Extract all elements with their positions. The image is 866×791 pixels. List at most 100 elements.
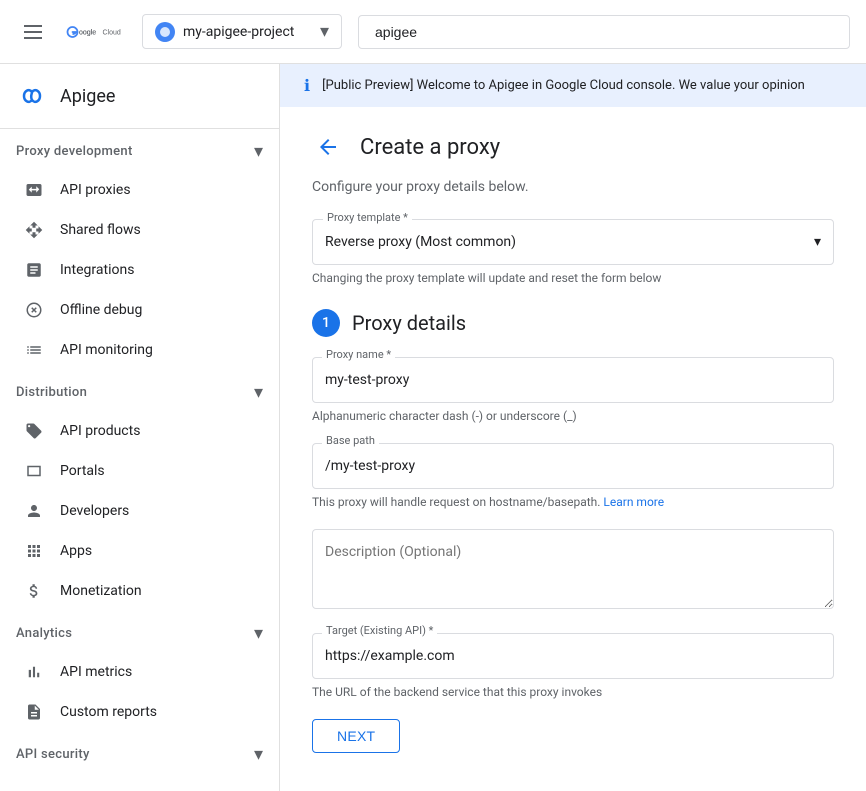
page-header: Create a proxy [312, 131, 834, 163]
page-title: Create a proxy [360, 135, 500, 160]
monetization-icon [24, 581, 44, 601]
integrations-icon [24, 260, 44, 280]
analytics-label: Analytics [16, 626, 72, 641]
proxy-name-field: Proxy name * Alphanumeric character dash… [312, 357, 834, 423]
sidebar-item-api-proxies-label: API proxies [60, 182, 131, 198]
page-content: Create a proxy Configure your proxy deta… [280, 107, 866, 791]
menu-button[interactable] [16, 17, 50, 47]
proxy-details-section: 1 Proxy details Proxy name * Alphanumeri… [312, 309, 834, 753]
project-name: my-apigee-project [183, 24, 312, 40]
apigee-logo-icon [16, 80, 48, 112]
learn-more-link[interactable]: Learn more [603, 495, 664, 509]
project-icon [155, 22, 175, 42]
analytics-chevron-icon: ▾ [254, 623, 263, 644]
distribution-chevron-icon: ▾ [254, 382, 263, 403]
api-security-chevron-icon: ▾ [254, 744, 263, 765]
sidebar-item-integrations-label: Integrations [60, 262, 134, 278]
next-button[interactable]: NEXT [312, 719, 400, 753]
proxy-template-label: Proxy template * [323, 211, 412, 224]
sidebar-item-offline-debug-label: Offline debug [60, 302, 142, 318]
target-label: Target (Existing API) * [322, 624, 437, 637]
target-hint: The URL of the backend service that this… [312, 685, 834, 699]
offline-debug-icon [24, 300, 44, 320]
distribution-section[interactable]: Distribution ▾ [0, 370, 279, 411]
sidebar-item-developers-label: Developers [60, 503, 129, 519]
description-field [312, 529, 834, 613]
proxy-template-display[interactable]: Reverse proxy (Most common) ▾ [325, 234, 821, 250]
sidebar-item-api-metrics[interactable]: API metrics [0, 652, 271, 692]
google-cloud-logo[interactable]: oogle oogle Cloud [66, 20, 126, 44]
sidebar-item-api-products[interactable]: API products [0, 411, 271, 451]
sidebar-item-offline-debug[interactable]: Offline debug [0, 290, 271, 330]
proxy-development-section[interactable]: Proxy development ▾ [0, 129, 279, 170]
base-path-hint: This proxy will handle request on hostna… [312, 495, 834, 509]
api-monitoring-icon [24, 340, 44, 360]
base-path-hint-text: This proxy will handle request on hostna… [312, 495, 600, 509]
target-field: Target (Existing API) * The URL of the b… [312, 633, 834, 699]
shared-flows-icon [24, 220, 44, 240]
back-button[interactable] [312, 131, 344, 163]
sidebar-item-shared-flows[interactable]: Shared flows [0, 210, 271, 250]
page-description: Configure your proxy details below. [312, 179, 834, 195]
project-chevron-icon: ▾ [320, 21, 329, 42]
api-metrics-icon [24, 662, 44, 682]
api-security-label: API security [16, 747, 90, 762]
distribution-label: Distribution [16, 385, 87, 400]
analytics-section[interactable]: Analytics ▾ [0, 611, 279, 652]
content-area: ℹ [Public Preview] Welcome to Apigee in … [280, 64, 866, 791]
proxy-template-select[interactable]: Proxy template * Reverse proxy (Most com… [312, 219, 834, 265]
sidebar-item-api-monitoring-label: API monitoring [60, 342, 153, 358]
project-selector[interactable]: my-apigee-project ▾ [142, 14, 342, 49]
sidebar-item-api-monitoring[interactable]: API monitoring [0, 330, 271, 370]
step-badge: 1 [312, 309, 340, 337]
api-security-section[interactable]: API security ▾ [0, 732, 279, 773]
base-path-input[interactable] [312, 443, 834, 489]
api-products-icon [24, 421, 44, 441]
proxy-template-hint: Changing the proxy template will update … [312, 271, 834, 285]
target-input[interactable] [312, 633, 834, 679]
proxy-name-input[interactable] [312, 357, 834, 403]
portals-icon [24, 461, 44, 481]
custom-reports-icon [24, 702, 44, 722]
proxy-name-label: Proxy name * [322, 348, 395, 361]
sidebar-item-api-metrics-label: API metrics [60, 664, 132, 680]
api-proxies-icon [24, 180, 44, 200]
proxy-template-chevron-icon: ▾ [814, 234, 821, 250]
info-icon: ℹ [304, 76, 310, 95]
sidebar: Apigee Proxy development ▾ API proxies S… [0, 64, 280, 791]
proxy-details-header: 1 Proxy details [312, 309, 834, 337]
developers-icon [24, 501, 44, 521]
sidebar-item-monetization[interactable]: Monetization [0, 571, 271, 611]
proxy-development-label: Proxy development [16, 144, 133, 159]
proxy-name-hint: Alphanumeric character dash (-) or under… [312, 409, 834, 423]
info-banner: ℹ [Public Preview] Welcome to Apigee in … [280, 64, 866, 107]
banner-text: [Public Preview] Welcome to Apigee in Go… [322, 78, 842, 93]
svg-text:oogle: oogle [79, 29, 96, 36]
sidebar-item-integrations[interactable]: Integrations [0, 250, 271, 290]
sidebar-item-monetization-label: Monetization [60, 583, 142, 599]
sidebar-item-api-products-label: API products [60, 423, 140, 439]
topbar: oogle oogle Cloud my-apigee-project ▾ [0, 0, 866, 64]
sidebar-item-custom-reports-label: Custom reports [60, 704, 157, 720]
sidebar-item-custom-reports[interactable]: Custom reports [0, 692, 271, 732]
proxy-template-field: Proxy template * Reverse proxy (Most com… [312, 219, 834, 285]
sidebar-item-api-proxies[interactable]: API proxies [0, 170, 271, 210]
description-input[interactable] [312, 529, 834, 609]
sidebar-item-portals[interactable]: Portals [0, 451, 271, 491]
sidebar-item-apps-label: Apps [60, 543, 92, 559]
app-header: Apigee [0, 64, 279, 129]
apps-icon [24, 541, 44, 561]
sidebar-item-shared-flows-label: Shared flows [60, 222, 141, 238]
proxy-template-value: Reverse proxy (Most common) [325, 234, 516, 250]
svg-text:Cloud: Cloud [103, 29, 121, 36]
sidebar-item-portals-label: Portals [60, 463, 105, 479]
search-input[interactable] [358, 15, 850, 49]
app-title: Apigee [60, 86, 115, 107]
base-path-field: Base path This proxy will handle request… [312, 443, 834, 509]
proxy-details-title: Proxy details [352, 311, 466, 335]
sidebar-item-apps[interactable]: Apps [0, 531, 271, 571]
proxy-development-chevron-icon: ▾ [254, 141, 263, 162]
sidebar-item-developers[interactable]: Developers [0, 491, 271, 531]
base-path-label: Base path [322, 434, 379, 447]
main-layout: Apigee Proxy development ▾ API proxies S… [0, 64, 866, 791]
